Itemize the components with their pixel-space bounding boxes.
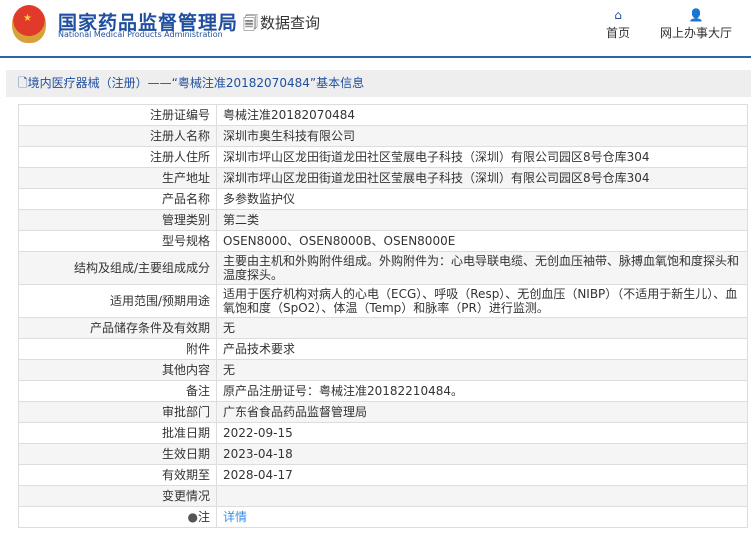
row-label: 结构及组成/主要组成成分 bbox=[18, 251, 217, 285]
table-row: 结构及组成/主要组成成分 主要由主机和外购附件组成。外购附件为：心电导联电缆、无创… bbox=[18, 251, 748, 285]
table-row: 备注 原产品注册证号：粤械注准20182210484。 bbox=[18, 380, 748, 402]
row-label: 有效期至 bbox=[18, 464, 217, 486]
nav-home[interactable]: ⌂ 首页 bbox=[606, 8, 630, 41]
row-label: 型号规格 bbox=[18, 230, 217, 252]
row-value: OSEN8000、OSEN8000B、OSEN8000E bbox=[216, 230, 748, 252]
note-value: 详情 bbox=[216, 506, 748, 528]
document-search-icon: 🗐 bbox=[243, 14, 258, 32]
note-label-text: 注 bbox=[197, 510, 210, 524]
row-value: 主要由主机和外购附件组成。外购附件为：心电导联电缆、无创血压袖带、脉搏血氧饱和度… bbox=[216, 251, 748, 285]
table-row: 注册人名称 深圳市奥生科技有限公司 bbox=[18, 125, 748, 147]
note-label: ●注 bbox=[18, 506, 217, 528]
nav-online-service[interactable]: 👤 网上办事大厅 bbox=[660, 8, 732, 41]
table-row: 审批部门 广东省食品药品监督管理局 bbox=[18, 401, 748, 423]
row-value: 适用于医疗机构对病人的心电（ECG）、呼吸（Resp）、无创血压（NIBP）（不… bbox=[216, 284, 748, 318]
table-row: 生产地址 深圳市坪山区龙田街道龙田社区莹展电子科技（深圳）有限公司园区8号仓库30… bbox=[18, 167, 748, 189]
row-label: 注册人名称 bbox=[18, 125, 217, 147]
details-link[interactable]: 详情 bbox=[223, 510, 247, 524]
table-row: 生效日期 2023-04-18 bbox=[18, 443, 748, 465]
row-value: 粤械注准20182070484 bbox=[216, 104, 748, 126]
row-value: 深圳市坪山区龙田街道龙田社区莹展电子科技（深圳）有限公司园区8号仓库304 bbox=[216, 167, 748, 189]
row-value: 第二类 bbox=[216, 209, 748, 231]
row-value: 2028-04-17 bbox=[216, 464, 748, 486]
table-row: 附件 产品技术要求 bbox=[18, 338, 748, 360]
row-value: 无 bbox=[216, 317, 748, 339]
row-value: 广东省食品药品监督管理局 bbox=[216, 401, 748, 423]
row-label: 适用范围/预期用途 bbox=[18, 284, 217, 318]
row-value: 深圳市奥生科技有限公司 bbox=[216, 125, 748, 147]
row-label: 备注 bbox=[18, 380, 217, 402]
data-query-label: 数据查询 bbox=[260, 14, 321, 32]
row-label: 附件 bbox=[18, 338, 217, 360]
row-label: 其他内容 bbox=[18, 359, 217, 381]
row-label: 变更情况 bbox=[18, 485, 217, 507]
row-value: 2023-04-18 bbox=[216, 443, 748, 465]
row-value: 原产品注册证号：粤械注准20182210484。 bbox=[216, 380, 748, 402]
row-value: 多参数监护仪 bbox=[216, 188, 748, 210]
row-value: 深圳市坪山区龙田街道龙田社区莹展电子科技（深圳）有限公司园区8号仓库304 bbox=[216, 146, 748, 168]
row-label: 注册人住所 bbox=[18, 146, 217, 168]
table-row: 适用范围/预期用途 适用于医疗机构对病人的心电（ECG）、呼吸（Resp）、无创血… bbox=[18, 284, 748, 318]
logo-subtitle: National Medical Products Administration bbox=[58, 30, 223, 39]
table-row: 注册人住所 深圳市坪山区龙田街道龙田社区莹展电子科技（深圳）有限公司园区8号仓库3… bbox=[18, 146, 748, 168]
home-icon: ⌂ bbox=[614, 8, 622, 22]
row-value: 2022-09-15 bbox=[216, 422, 748, 444]
row-label: 注册证编号 bbox=[18, 104, 217, 126]
row-value: 无 bbox=[216, 359, 748, 381]
row-label: 审批部门 bbox=[18, 401, 217, 423]
data-query-title: 🗐 数据查询 bbox=[243, 12, 320, 38]
row-label: 产品储存条件及有效期 bbox=[18, 317, 217, 339]
row-value: 产品技术要求 bbox=[216, 338, 748, 360]
row-label: 管理类别 bbox=[18, 209, 217, 231]
table-row: 注册证编号 粤械注准20182070484 bbox=[18, 104, 748, 126]
nav-home-label: 首页 bbox=[606, 26, 631, 40]
table-row: 产品储存条件及有效期无 bbox=[18, 317, 748, 339]
table-row: 有效期至 2028-04-17 bbox=[18, 464, 748, 486]
row-label: 生产地址 bbox=[18, 167, 217, 189]
pin-icon: ● bbox=[187, 510, 198, 524]
row-label: 产品名称 bbox=[18, 188, 217, 210]
row-value bbox=[216, 485, 748, 507]
detail-table: 注册证编号 粤械注准20182070484 注册人名称 深圳市奥生科技有限公司 注册人住… bbox=[18, 104, 748, 528]
table-row: 产品名称 多参数监护仪 bbox=[18, 188, 748, 210]
breadcrumb-text: 境内医疗器械（注册）——“粤械注准20182070484”基本信息 bbox=[27, 76, 365, 90]
table-row: 型号规格 OSEN8000、OSEN8000B、OSEN8000E bbox=[18, 230, 748, 252]
row-label: 批准日期 bbox=[18, 422, 217, 444]
row-label: 生效日期 bbox=[18, 443, 217, 465]
breadcrumb: 🗋境内医疗器械（注册）——“粤械注准20182070484”基本信息 bbox=[6, 70, 751, 97]
table-row: 其他内容无 bbox=[18, 359, 748, 381]
table-row: 批准日期 2022-09-15 bbox=[18, 422, 748, 444]
national-emblem-logo: ★ bbox=[12, 5, 46, 43]
table-row: 变更情况 bbox=[18, 485, 748, 507]
table-row: 管理类别 第二类 bbox=[18, 209, 748, 231]
document-icon: 🗋 bbox=[18, 76, 28, 90]
site-header: ★ 国家药品监督管理局 National Medical Products Ad… bbox=[0, 0, 751, 58]
nav-online-service-label: 网上办事大厅 bbox=[660, 26, 733, 40]
note-row: ●注 详情 bbox=[18, 506, 748, 528]
user-icon: 👤 bbox=[688, 8, 704, 22]
